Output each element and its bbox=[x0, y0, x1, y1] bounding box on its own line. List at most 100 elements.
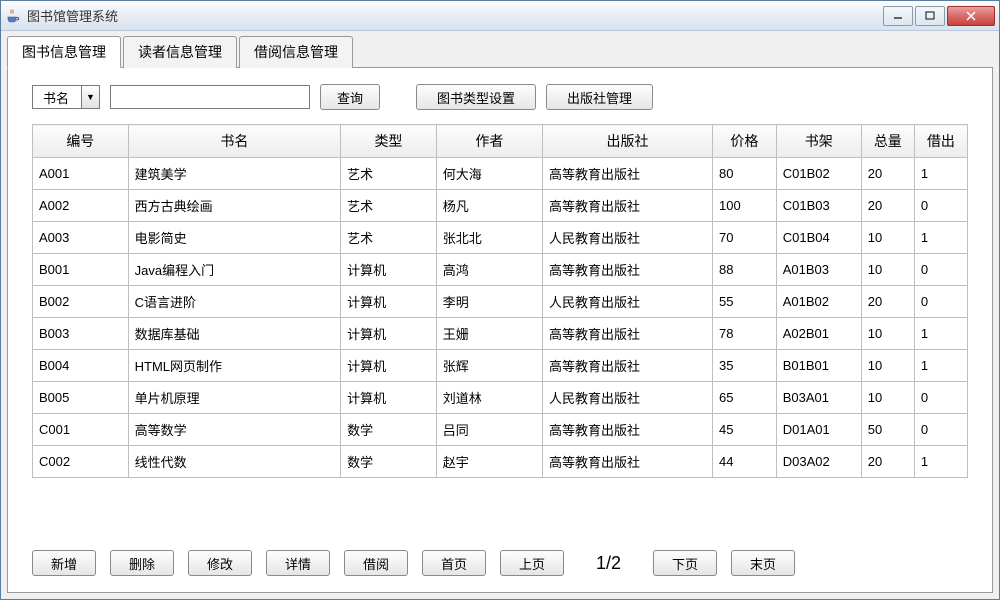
table-cell: 10 bbox=[861, 222, 914, 254]
publisher-management-button[interactable]: 出版社管理 bbox=[546, 84, 653, 110]
table-cell: 1 bbox=[914, 350, 967, 382]
table-cell: 0 bbox=[914, 190, 967, 222]
table-cell: 高等教育出版社 bbox=[543, 190, 713, 222]
app-window: 图书馆管理系统 图书信息管理 读者信息管理 借阅信息管理 书名 ▼ bbox=[0, 0, 1000, 600]
table-cell: C002 bbox=[33, 446, 129, 478]
delete-button[interactable]: 删除 bbox=[110, 550, 174, 576]
table-cell: A003 bbox=[33, 222, 129, 254]
detail-button[interactable]: 详情 bbox=[266, 550, 330, 576]
table-cell: A02B01 bbox=[776, 318, 861, 350]
table-cell: 单片机原理 bbox=[128, 382, 341, 414]
tab-book-info[interactable]: 图书信息管理 bbox=[7, 36, 121, 68]
table-cell: 55 bbox=[713, 286, 777, 318]
column-header[interactable]: 出版社 bbox=[543, 125, 713, 158]
table-cell: A01B03 bbox=[776, 254, 861, 286]
tab-reader-info[interactable]: 读者信息管理 bbox=[123, 36, 237, 68]
column-header[interactable]: 作者 bbox=[436, 125, 542, 158]
table-cell: 高等教育出版社 bbox=[543, 254, 713, 286]
prev-page-button[interactable]: 上页 bbox=[500, 550, 564, 576]
chevron-down-icon: ▼ bbox=[81, 86, 99, 108]
column-header[interactable]: 书架 bbox=[776, 125, 861, 158]
first-page-button[interactable]: 首页 bbox=[422, 550, 486, 576]
table-cell: 何大海 bbox=[436, 158, 542, 190]
column-header[interactable]: 价格 bbox=[713, 125, 777, 158]
table-row[interactable]: A001建筑美学艺术何大海高等教育出版社80C01B02201 bbox=[33, 158, 968, 190]
table-cell: 数学 bbox=[341, 446, 437, 478]
table-cell: 艺术 bbox=[341, 222, 437, 254]
page-indicator: 1/2 bbox=[596, 553, 621, 574]
search-field-select[interactable]: 书名 ▼ bbox=[32, 85, 100, 109]
table-cell: C001 bbox=[33, 414, 129, 446]
table-cell: 0 bbox=[914, 254, 967, 286]
tab-bar: 图书信息管理 读者信息管理 借阅信息管理 bbox=[7, 35, 993, 68]
column-header[interactable]: 编号 bbox=[33, 125, 129, 158]
table-cell: A002 bbox=[33, 190, 129, 222]
book-type-settings-button[interactable]: 图书类型设置 bbox=[416, 84, 536, 110]
table-cell: 高等教育出版社 bbox=[543, 350, 713, 382]
table-cell: 高等教育出版社 bbox=[543, 158, 713, 190]
table-cell: 0 bbox=[914, 382, 967, 414]
table-cell: C01B03 bbox=[776, 190, 861, 222]
table-cell: A01B02 bbox=[776, 286, 861, 318]
table-cell: 高等数学 bbox=[128, 414, 341, 446]
table-row[interactable]: B002C语言进阶计算机李明人民教育出版社55A01B02200 bbox=[33, 286, 968, 318]
table-cell: 10 bbox=[861, 318, 914, 350]
table-cell: 1 bbox=[914, 446, 967, 478]
column-header[interactable]: 借出 bbox=[914, 125, 967, 158]
table-row[interactable]: A002西方古典绘画艺术杨凡高等教育出版社100C01B03200 bbox=[33, 190, 968, 222]
table-row[interactable]: B005单片机原理计算机刘道林人民教育出版社65B03A01100 bbox=[33, 382, 968, 414]
table-row[interactable]: B003数据库基础计算机王姗高等教育出版社78A02B01101 bbox=[33, 318, 968, 350]
minimize-button[interactable] bbox=[883, 6, 913, 26]
tab-panel-book-info: 书名 ▼ 查询 图书类型设置 出版社管理 编号书名类型作者出版社价格书架总量借出… bbox=[7, 68, 993, 593]
tab-borrow-info[interactable]: 借阅信息管理 bbox=[239, 36, 353, 68]
table-cell: 计算机 bbox=[341, 382, 437, 414]
table-cell: 艺术 bbox=[341, 190, 437, 222]
table-cell: A001 bbox=[33, 158, 129, 190]
table-cell: 计算机 bbox=[341, 254, 437, 286]
maximize-button[interactable] bbox=[915, 6, 945, 26]
table-row[interactable]: C001高等数学数学吕同高等教育出版社45D01A01500 bbox=[33, 414, 968, 446]
table-cell: 88 bbox=[713, 254, 777, 286]
table-cell: 78 bbox=[713, 318, 777, 350]
table-cell: 计算机 bbox=[341, 350, 437, 382]
query-button[interactable]: 查询 bbox=[320, 84, 380, 110]
table-cell: 李明 bbox=[436, 286, 542, 318]
table-cell: 10 bbox=[861, 350, 914, 382]
table-cell: 0 bbox=[914, 286, 967, 318]
table-cell: 65 bbox=[713, 382, 777, 414]
table-row[interactable]: B001Java编程入门计算机高鸿高等教育出版社88A01B03100 bbox=[33, 254, 968, 286]
table-cell: 44 bbox=[713, 446, 777, 478]
book-table-wrap: 编号书名类型作者出版社价格书架总量借出 A001建筑美学艺术何大海高等教育出版社… bbox=[32, 124, 968, 536]
search-row: 书名 ▼ 查询 图书类型设置 出版社管理 bbox=[32, 84, 968, 110]
book-table: 编号书名类型作者出版社价格书架总量借出 A001建筑美学艺术何大海高等教育出版社… bbox=[32, 124, 968, 478]
table-cell: 20 bbox=[861, 286, 914, 318]
table-cell: 数学 bbox=[341, 414, 437, 446]
column-header[interactable]: 总量 bbox=[861, 125, 914, 158]
content-area: 图书信息管理 读者信息管理 借阅信息管理 书名 ▼ 查询 图书类型设置 出版社管… bbox=[1, 31, 999, 599]
table-cell: 电影简史 bbox=[128, 222, 341, 254]
table-cell: B003 bbox=[33, 318, 129, 350]
borrow-button[interactable]: 借阅 bbox=[344, 550, 408, 576]
table-cell: 20 bbox=[861, 190, 914, 222]
edit-button[interactable]: 修改 bbox=[188, 550, 252, 576]
table-row[interactable]: C002线性代数数学赵宇高等教育出版社44D03A02201 bbox=[33, 446, 968, 478]
column-header[interactable]: 类型 bbox=[341, 125, 437, 158]
column-header[interactable]: 书名 bbox=[128, 125, 341, 158]
table-cell: C01B04 bbox=[776, 222, 861, 254]
add-button[interactable]: 新增 bbox=[32, 550, 96, 576]
table-cell: 45 bbox=[713, 414, 777, 446]
table-cell: 计算机 bbox=[341, 318, 437, 350]
table-cell: 高鸿 bbox=[436, 254, 542, 286]
table-cell: 张辉 bbox=[436, 350, 542, 382]
search-input[interactable] bbox=[110, 85, 310, 109]
table-cell: 80 bbox=[713, 158, 777, 190]
search-field-value: 书名 bbox=[33, 86, 81, 108]
table-row[interactable]: A003电影简史艺术张北北人民教育出版社70C01B04101 bbox=[33, 222, 968, 254]
close-button[interactable] bbox=[947, 6, 995, 26]
table-row[interactable]: B004HTML网页制作计算机张辉高等教育出版社35B01B01101 bbox=[33, 350, 968, 382]
table-cell: 10 bbox=[861, 254, 914, 286]
last-page-button[interactable]: 末页 bbox=[731, 550, 795, 576]
table-cell: 杨凡 bbox=[436, 190, 542, 222]
next-page-button[interactable]: 下页 bbox=[653, 550, 717, 576]
table-cell: D01A01 bbox=[776, 414, 861, 446]
